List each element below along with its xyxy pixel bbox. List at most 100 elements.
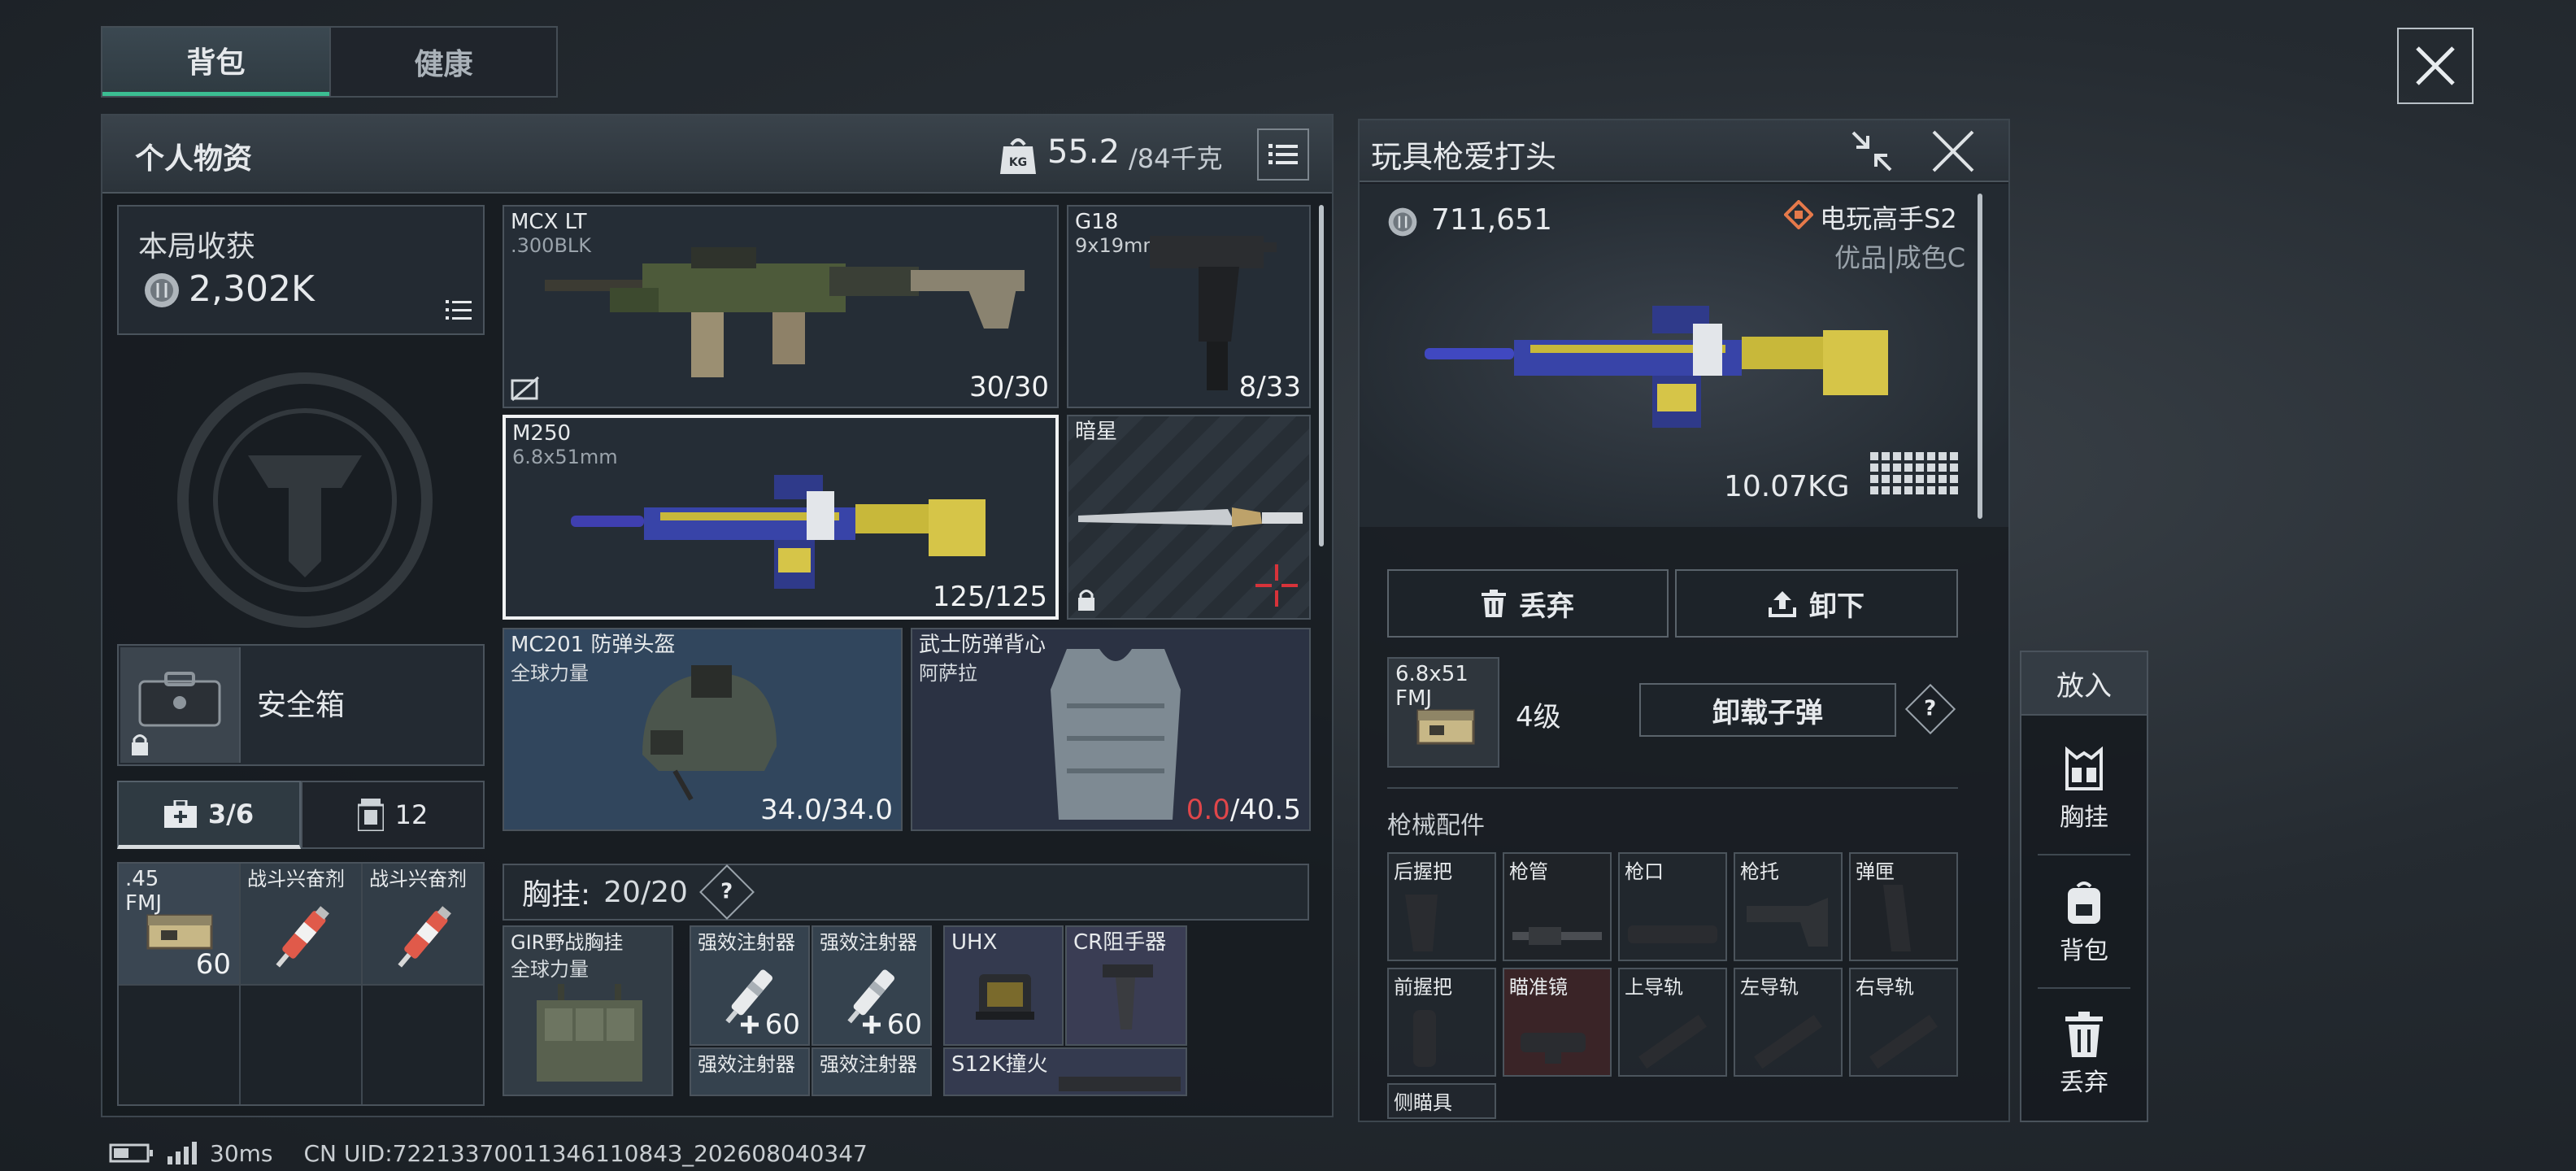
help-button[interactable]: ? [698, 864, 755, 920]
syringe-icon [276, 906, 329, 968]
backpack-icon [2068, 882, 2100, 924]
unload-ammo-label: 卸载子弹 [1712, 696, 1823, 729]
attachment-slot-fore-grip[interactable]: 前握把 [1387, 968, 1496, 1077]
weapon-slot-secondary-selected[interactable]: M250 6.8x51mm 125/125 [503, 415, 1059, 620]
ammo-slot[interactable]: 6.8x51 FMJ [1387, 657, 1499, 768]
melee-slot[interactable]: 暗星 [1067, 415, 1311, 620]
helmet-dur-current: 34.0 [760, 794, 822, 826]
side-divider [2038, 854, 2130, 855]
plus-icon [740, 1016, 759, 1034]
chest-item-s12k[interactable]: S12K撞火 [943, 1047, 1187, 1096]
grip-icon [1413, 1010, 1436, 1067]
pouch-item-ammo[interactable]: .45 FMJ 60 [119, 864, 239, 984]
svg-text:KG: KG [1009, 156, 1027, 169]
user-uid: CN UID:7221337001134611084З_202608040347 [303, 1139, 868, 1167]
put-in-chest-rig-label: 胸挂 [2060, 803, 2108, 832]
close-screen-button[interactable] [2397, 28, 2474, 104]
collapse-button[interactable] [1847, 127, 1896, 176]
close-icon [2416, 46, 2455, 85]
put-in-backpack-button[interactable]: 背包 [2021, 880, 2147, 966]
attachment-slot-muzzle[interactable]: 枪口 [1618, 852, 1727, 961]
barrel-icon [1512, 927, 1602, 945]
chest-rig-icon [537, 984, 642, 1082]
chest-item-injector[interactable]: 强效注射器 60 [690, 925, 810, 1046]
unload-ammo-button[interactable]: 卸载子弹 [1639, 683, 1896, 737]
muzzle-icon [1628, 925, 1717, 943]
attachment-slot-top-rail[interactable]: 上导轨 [1618, 968, 1727, 1077]
grip-icon [1103, 964, 1153, 1030]
vest-icon [1051, 649, 1181, 820]
chest-rig-slot[interactable]: GIR野战胸挂 全球力量 [503, 925, 673, 1096]
attachment-label: 瞄准镜 [1509, 976, 1568, 999]
detail-season: 电玩高手S2 [1820, 203, 1957, 234]
chest-item-injector[interactable]: 强效注射器 60 [812, 925, 932, 1046]
detail-header: 玩具枪爱打头 [1360, 120, 2008, 182]
attachment-slot-scope[interactable]: 瞄准镜 [1503, 968, 1612, 1077]
chest-rig-header: 胸挂: 20/20 ? [503, 864, 1309, 921]
side-discard-button[interactable]: 丢弃 [2021, 1012, 2147, 1098]
pouch-item-count: 60 [195, 948, 231, 981]
pouch-item-stim[interactable]: 战斗兴奋剂 [363, 864, 483, 984]
attachment-label: 枪管 [1509, 860, 1548, 883]
weapon-slot-sidearm[interactable]: G18 9x19mm 8/33 [1067, 205, 1311, 408]
vest-durability: 0.0/40.5 [1186, 794, 1301, 826]
detail-close-button[interactable] [1929, 127, 1978, 176]
chest-item-name: 强效注射器 [698, 931, 795, 954]
tab-health[interactable]: 健康 [329, 28, 556, 96]
chest-item-injector[interactable]: 强效注射器 [690, 1047, 810, 1096]
weight-max: /84千克 [1129, 143, 1223, 174]
chest-rig-label: 胸挂: [522, 878, 591, 912]
unload-button[interactable]: 卸下 [1675, 569, 1958, 638]
detail-price: 711,651 [1431, 203, 1552, 237]
chest-item-cr-grip[interactable]: CR阻手器 [1065, 925, 1187, 1046]
attachment-label: 枪托 [1740, 860, 1779, 883]
attachments-title: 枪械配件 [1387, 812, 1485, 840]
chest-item-count: 60 [739, 1008, 800, 1041]
session-earnings[interactable]: 本局收获 2,302K [117, 205, 485, 335]
vest-dur-current: 0.0 [1186, 794, 1230, 826]
ammo-box-icon [357, 799, 384, 831]
tab-pouch-ammo-label: 12 [394, 799, 429, 830]
discard-button[interactable]: 丢弃 [1387, 569, 1669, 638]
helmet-brand: 全球力量 [511, 662, 589, 685]
top-tabs: 背包 健康 [101, 26, 558, 98]
inventory-scrollbar[interactable] [1319, 205, 1324, 546]
attachment-slot-magazine[interactable]: 弹匣 [1849, 852, 1958, 961]
tab-pouch-items[interactable]: 3/6 [117, 781, 301, 849]
trash-icon [1482, 590, 1506, 617]
coin-icon [1388, 207, 1417, 237]
chest-item-uhx[interactable]: UHX [943, 925, 1064, 1046]
attachment-slot-left-rail[interactable]: 左导轨 [1734, 968, 1843, 1077]
attachment-slot-stock[interactable]: 枪托 [1734, 852, 1843, 961]
attachment-slot-rear-grip[interactable]: 后握把 [1387, 852, 1496, 961]
lock-icon [1078, 590, 1094, 611]
attachment-slot-side-sight[interactable]: 侧瞄具 [1387, 1083, 1496, 1119]
put-in-chest-rig-button[interactable]: 胸挂 [2021, 747, 2147, 833]
personal-header: 个人物资 KG 55.2 /84千克 [102, 115, 1332, 194]
attachment-label: 前握把 [1394, 976, 1452, 999]
weapon-slot-primary[interactable]: MCX LT .300BLK 30/30 [503, 205, 1059, 408]
battery-icon [109, 1143, 153, 1163]
collapse-icon [1852, 131, 1892, 172]
attachment-slot-barrel[interactable]: 枪管 [1503, 852, 1612, 961]
helmet-slot[interactable]: MC201 防弹头盔 全球力量 34.0/34.0 [503, 628, 903, 831]
unload-label: 卸下 [1809, 590, 1865, 623]
weapon-ammo-count: 125/125 [932, 581, 1047, 613]
rail-icon [1869, 1014, 1939, 1069]
magazine-icon [1883, 885, 1911, 951]
tab-backpack[interactable]: 背包 [102, 28, 329, 96]
pouch-item-stim[interactable]: 战斗兴奋剂 [241, 864, 361, 984]
list-view-button[interactable] [1257, 128, 1309, 181]
lock-icon [132, 734, 148, 755]
chest-item-name: 强效注射器 [820, 1053, 917, 1076]
safebox-slot[interactable]: 安全箱 [117, 644, 485, 766]
tab-pouch-ammo[interactable]: 12 [301, 781, 485, 849]
item-size-grid-icon [1870, 452, 1958, 494]
weapon-name: 暗星 [1075, 420, 1118, 444]
attachment-slot-right-rail[interactable]: 右导轨 [1849, 968, 1958, 1077]
detail-scrollbar[interactable] [1978, 194, 1982, 519]
ammo-help-button[interactable]: ? [1904, 683, 1956, 735]
vest-slot[interactable]: 武士防弹背心 阿萨拉 0.0/40.5 [911, 628, 1311, 831]
chest-item-injector[interactable]: 强效注射器 [812, 1047, 932, 1096]
chest-item-count: 60 [861, 1008, 922, 1041]
